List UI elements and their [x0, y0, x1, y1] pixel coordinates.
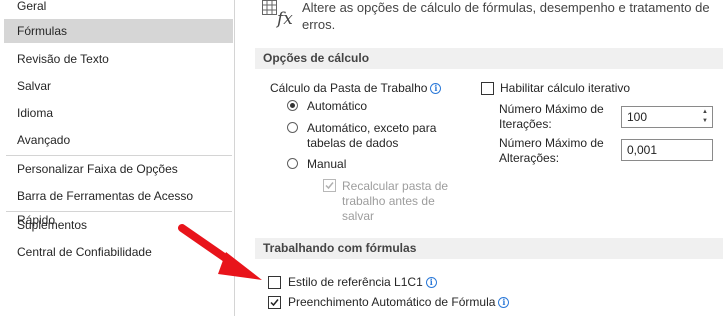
- red-arrow-annotation: [178, 224, 262, 280]
- recalc-line-2: trabalho antes de: [342, 194, 435, 208]
- calculation-fx-icon: fx: [262, 0, 296, 29]
- checkmark-icon: [325, 182, 334, 190]
- radio-automatico-exceto-line-2: tabelas de dados: [307, 136, 399, 150]
- info-icon[interactable]: i: [425, 277, 437, 288]
- formulas-options-panel: fx Altere as opções de cálculo de fórmul…: [235, 0, 723, 316]
- max-iterations-line-2: Iterações:: [499, 117, 552, 131]
- recalc-line-1: Recalcular pasta de: [342, 179, 449, 193]
- radio-automatico-exceto-tabelas[interactable]: [287, 122, 298, 133]
- radio-automatico-exceto-line-1: Automático, exceto para: [307, 121, 437, 135]
- max-iterations-value: 100: [627, 110, 648, 124]
- radio-manual[interactable]: [287, 158, 298, 169]
- sidebar-item-idioma[interactable]: Idioma: [4, 101, 233, 125]
- radio-automatico[interactable]: [287, 100, 298, 111]
- spin-up-icon[interactable]: ▲: [700, 108, 710, 117]
- spin-down-icon[interactable]: ▼: [700, 117, 710, 126]
- sidebar-item-revisao-de-texto[interactable]: Revisão de Texto: [4, 47, 233, 71]
- sidebar-divider: [6, 211, 232, 212]
- max-iterations-spinner[interactable]: 100 ▲ ▼: [621, 106, 713, 128]
- info-icon[interactable]: i: [498, 297, 510, 308]
- radio-automatico-label: Automático: [307, 99, 368, 113]
- spinner-arrows[interactable]: ▲ ▼: [700, 108, 710, 126]
- iterative-calc-checkbox[interactable]: [481, 82, 494, 95]
- svg-text:fx: fx: [275, 9, 293, 28]
- section-header-calculo: Opções de cálculo: [255, 48, 723, 69]
- radio-manual-label: Manual: [307, 157, 347, 171]
- sidebar-item-geral[interactable]: Geral: [4, 0, 233, 18]
- max-change-label: Número Máximo de Alterações:: [499, 136, 604, 166]
- radio-automatico-exceto-label: Automático, exceto para tabelas de dados: [307, 121, 436, 151]
- iterative-calc-label: Habilitar cálculo iterativo: [500, 81, 631, 95]
- workbook-calc-label: Cálculo da Pasta de Trabalho i: [270, 81, 442, 95]
- formula-autocomplete-text: Preenchimento Automático de Fórmula: [288, 295, 496, 309]
- intro-line-2: erros.: [302, 17, 336, 32]
- info-icon[interactable]: i: [430, 83, 442, 94]
- sidebar-item-barra-acesso-rapido[interactable]: Barra de Ferramentas de Acesso Rápido: [4, 184, 233, 227]
- intro-line-1: Altere as opções de cálculo de fórmulas,…: [302, 0, 710, 15]
- r1c1-reference-label: Estilo de referência L1C1 i: [288, 275, 437, 289]
- max-change-input[interactable]: 0,001: [621, 139, 713, 161]
- max-iterations-line-1: Número Máximo de: [499, 102, 604, 116]
- formula-autocomplete-checkbox[interactable]: [268, 296, 281, 309]
- sidebar-item-formulas[interactable]: Fórmulas: [4, 19, 233, 43]
- max-iterations-label: Número Máximo de Iterações:: [499, 102, 604, 132]
- r1c1-reference-text: Estilo de referência L1C1: [288, 275, 423, 289]
- sidebar-item-salvar[interactable]: Salvar: [4, 74, 233, 98]
- formula-autocomplete-label: Preenchimento Automático de Fórmula i: [288, 295, 510, 309]
- max-change-line-1: Número Máximo de: [499, 136, 604, 150]
- r1c1-reference-checkbox[interactable]: [268, 276, 281, 289]
- sidebar-divider: [6, 155, 232, 156]
- intro-description: Altere as opções de cálculo de fórmulas,…: [302, 0, 722, 33]
- max-change-line-2: Alterações:: [499, 151, 560, 165]
- recalc-line-3: salvar: [342, 209, 375, 223]
- recalc-before-save-label: Recalcular pasta de trabalho antes de sa…: [342, 179, 448, 224]
- checkmark-icon: [270, 299, 279, 307]
- sidebar-item-personalizar-faixa[interactable]: Personalizar Faixa de Opções: [4, 157, 233, 181]
- sidebar-item-avancado[interactable]: Avançado: [4, 128, 233, 152]
- section-header-trabalhando-formulas: Trabalhando com fórmulas: [255, 238, 723, 259]
- recalc-before-save-checkbox[interactable]: [323, 179, 336, 192]
- workbook-calc-text: Cálculo da Pasta de Trabalho: [270, 81, 428, 95]
